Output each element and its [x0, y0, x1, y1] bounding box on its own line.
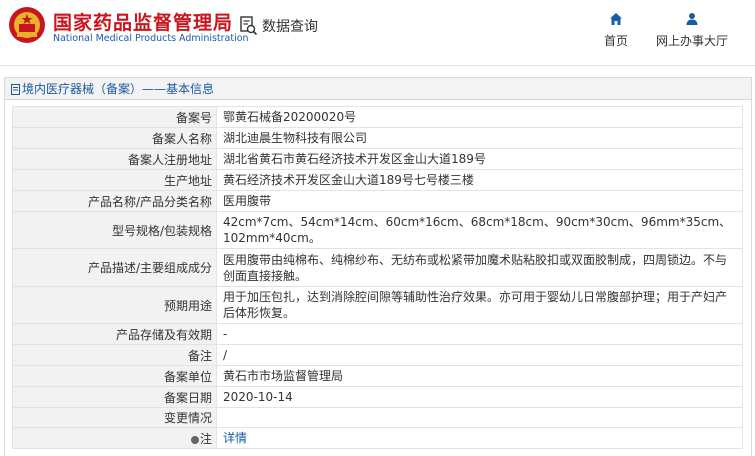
field-value: 医用腹带由纯棉布、纯棉纱布、无纺布或松紧带加魔术贴粘胶扣或双面胶制成，四周锁边。… — [216, 248, 743, 287]
field-value: 黄石市市场监督管理局 — [216, 365, 743, 387]
table-row: 产品描述/主要组成成分 医用腹带由纯棉布、纯棉纱布、无纺布或松紧带加魔术贴粘胶扣… — [12, 248, 743, 287]
national-emblem-logo — [9, 7, 45, 43]
pin-icon — [190, 435, 199, 444]
field-value: / — [216, 344, 743, 366]
field-label: 备案单位 — [12, 365, 217, 387]
table-row: 备案号 鄂黄石械备20200020号 — [12, 106, 743, 128]
record-detail-table: 备案号 鄂黄石械备20200020号 备案人名称 湖北迪晨生物科技有限公司 备案… — [12, 106, 743, 449]
field-label: 型号规格/包装规格 — [12, 211, 217, 249]
table-row: 预期用途 用于加压包扎，达到消除腔间隙等辅助性治疗效果。亦可用于婴幼儿日常腹部护… — [12, 286, 743, 324]
table-row: 备注 / — [12, 344, 743, 366]
field-value: 湖北迪晨生物科技有限公司 — [216, 127, 743, 149]
field-label: 产品名称/产品分类名称 — [12, 190, 217, 212]
field-label: 生产地址 — [12, 169, 217, 191]
field-label: 产品描述/主要组成成分 — [12, 248, 217, 287]
field-value: 湖北省黄石市黄石经济技术开发区金山大道189号 — [216, 148, 743, 170]
data-query-link[interactable]: 数据查询 — [240, 16, 318, 36]
field-value: 鄂黄石械备20200020号 — [216, 106, 743, 128]
table-row: 备案人名称 湖北迪晨生物科技有限公司 — [12, 127, 743, 149]
table-row: 型号规格/包装规格 42cm*7cm、54cm*14cm、60cm*16cm、6… — [12, 211, 743, 249]
field-value: 详情 — [216, 427, 743, 449]
field-value: 黄石经济技术开发区金山大道189号七号楼三楼 — [216, 169, 743, 191]
nav-online-office-label: 网上办事大厅 — [656, 34, 729, 48]
org-name-cn: 国家药品监督管理局 — [53, 12, 234, 34]
field-label: 变更情况 — [12, 407, 217, 428]
field-value — [216, 407, 743, 428]
nav-home[interactable]: 首页 — [602, 12, 630, 49]
table-row: 产品存储及有效期 - — [12, 323, 743, 345]
document-search-icon — [240, 16, 258, 36]
org-name-en: National Medical Products Administration — [53, 33, 249, 44]
table-row: 备案人注册地址 湖北省黄石市黄石经济技术开发区金山大道189号 — [12, 148, 743, 170]
document-icon — [11, 84, 20, 95]
table-row: 注 详情 — [12, 427, 743, 449]
field-label: 备注 — [12, 344, 217, 366]
panel-title: 境内医疗器械（备案）——基本信息 — [5, 78, 751, 100]
field-label: 产品存储及有效期 — [12, 323, 217, 345]
field-label: 预期用途 — [12, 286, 217, 324]
field-value: 用于加压包扎，达到消除腔间隙等辅助性治疗效果。亦可用于婴幼儿日常腹部护理；用于产… — [216, 286, 743, 324]
panel-title-text: 境内医疗器械（备案）——基本信息 — [22, 82, 215, 96]
details-link[interactable]: 详情 — [223, 431, 247, 445]
field-value: 42cm*7cm、54cm*14cm、60cm*16cm、68cm*18cm、9… — [216, 211, 743, 249]
table-row: 生产地址 黄石经济技术开发区金山大道189号七号楼三楼 — [12, 169, 743, 191]
table-row: 产品名称/产品分类名称 医用腹带 — [12, 190, 743, 212]
user-icon — [686, 13, 698, 25]
field-label: 备案号 — [12, 106, 217, 128]
note-label: 注 — [199, 431, 212, 446]
nav-home-label: 首页 — [603, 34, 628, 48]
data-query-label: 数据查询 — [262, 19, 318, 35]
table-row: 备案单位 黄石市市场监督管理局 — [12, 365, 743, 387]
field-value: 2020-10-14 — [216, 386, 743, 408]
table-row: 备案日期 2020-10-14 — [12, 386, 743, 408]
field-value: - — [216, 323, 743, 345]
field-label-note: 注 — [12, 427, 217, 449]
field-value: 医用腹带 — [216, 190, 743, 212]
table-row: 变更情况 — [12, 407, 743, 428]
basic-info-panel: 境内医疗器械（备案）——基本信息 备案号 鄂黄石械备20200020号 备案人名… — [4, 77, 752, 456]
field-label: 备案日期 — [12, 386, 217, 408]
home-icon — [610, 13, 622, 25]
field-label: 备案人注册地址 — [12, 148, 217, 170]
field-label: 备案人名称 — [12, 127, 217, 149]
nav-online-office[interactable]: 网上办事大厅 — [656, 12, 728, 49]
site-header: 国家药品监督管理局 National Medical Products Admi… — [0, 0, 755, 66]
